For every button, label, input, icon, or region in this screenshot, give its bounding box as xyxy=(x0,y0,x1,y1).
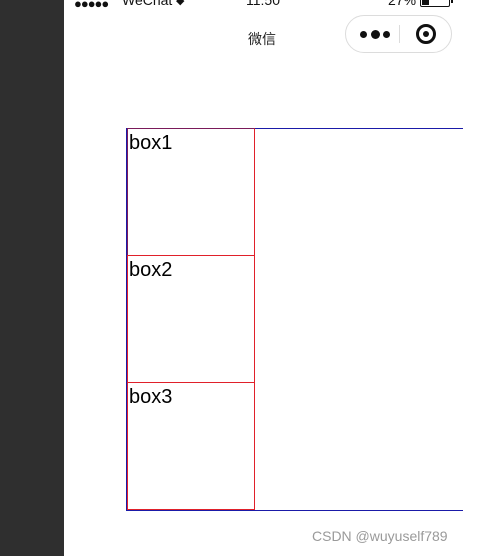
more-icon[interactable] xyxy=(360,30,390,40)
battery-percent: 27% xyxy=(388,0,417,8)
status-time: 11:50 xyxy=(246,0,280,8)
right-margin xyxy=(463,0,483,556)
phone-screen: ●●●●● WeChat ◆ 11:50 27% 微信 box1 box2 bo… xyxy=(64,0,463,556)
mini-program-capsule xyxy=(345,15,452,53)
capsule-divider xyxy=(399,25,400,43)
carrier-name: WeChat xyxy=(122,0,173,8)
wifi-icon: ◆ xyxy=(176,0,185,7)
box-label: box2 xyxy=(129,259,173,281)
box-label: box3 xyxy=(129,386,173,408)
close-circle-icon[interactable] xyxy=(416,24,436,44)
box-1: box1 xyxy=(127,128,255,256)
box-2: box2 xyxy=(127,255,255,383)
page-title: 微信 xyxy=(248,32,276,48)
box-3: box3 xyxy=(127,382,255,510)
flex-container: box1 box2 box3 xyxy=(126,128,463,511)
status-bar: ●●●●● WeChat ◆ 11:50 27% xyxy=(64,0,463,11)
watermark: CSDN @wuyuself789 xyxy=(312,528,448,544)
box-label: box1 xyxy=(129,132,173,154)
battery-icon xyxy=(420,0,453,7)
signal-icon: ●●●●● xyxy=(74,0,109,11)
